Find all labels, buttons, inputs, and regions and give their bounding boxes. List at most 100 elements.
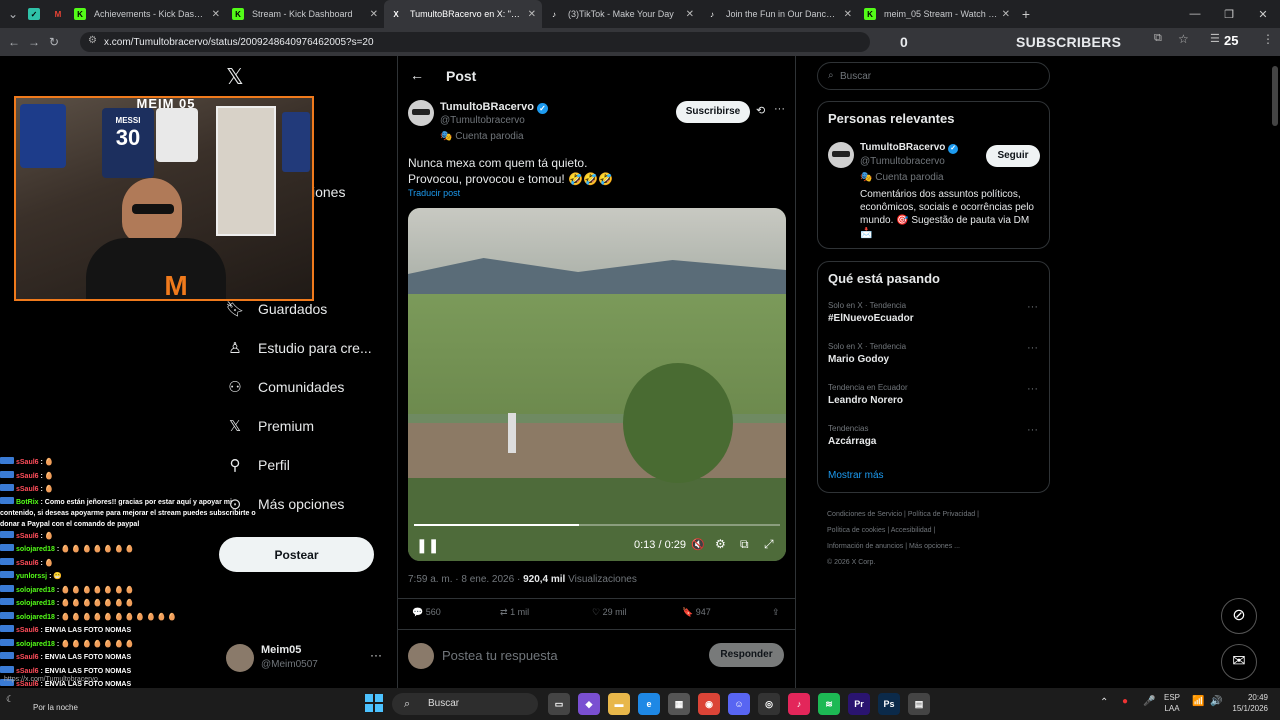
nav-item[interactable]: ⚲ Perfil <box>226 456 290 474</box>
trend-more-icon[interactable]: ··· <box>1027 424 1038 436</box>
bookmark-action[interactable]: 🔖 947 <box>682 607 772 618</box>
nav-item[interactable]: ⚇ Comunidades <box>226 378 344 396</box>
browser-menu-icon[interactable]: ⋮ <box>1262 32 1274 46</box>
repost-action[interactable]: ⇄ 1 mil <box>500 607 592 618</box>
chat-username[interactable]: sSaul6 <box>16 627 39 634</box>
trend-more-icon[interactable]: ··· <box>1027 301 1038 313</box>
chat-username[interactable]: solojared18 <box>16 614 55 621</box>
reload-icon[interactable]: ↻ <box>44 32 64 52</box>
start-icon[interactable] <box>365 694 383 712</box>
pause-icon[interactable]: ❚❚ <box>416 537 439 554</box>
close-tab-icon[interactable]: ✕ <box>528 9 536 20</box>
trend-item[interactable]: Tendencias Azcárraga ··· <box>828 424 1038 447</box>
close-window-button[interactable]: ✕ <box>1246 8 1280 21</box>
weather-icon[interactable]: ☾ <box>6 694 14 705</box>
chat-username[interactable]: solojared18 <box>16 587 55 594</box>
restore-button[interactable]: ❐ <box>1212 8 1246 21</box>
translate-link[interactable]: Traducir post <box>408 188 460 198</box>
tray-app-icon[interactable]: ● <box>1122 696 1128 707</box>
tab-pinned-1[interactable]: ✓ <box>22 0 46 28</box>
store-icon[interactable]: ▦ <box>668 693 690 715</box>
close-tab-icon[interactable]: ✕ <box>212 9 220 20</box>
post-button[interactable]: Postear <box>219 537 374 572</box>
grok-float-icon[interactable]: ⊘ <box>1221 598 1257 634</box>
trend-item[interactable]: Solo en X · Tendencia Mario Godoy ··· <box>828 342 1038 365</box>
back-arrow-icon[interactable]: ← <box>410 67 424 83</box>
subscribe-button[interactable]: Suscribirse <box>676 101 750 123</box>
page-scrollbar[interactable] <box>1272 66 1278 126</box>
show-more-link[interactable]: Mostrar más <box>828 470 884 481</box>
tab-search-icon[interactable]: ⌄ <box>4 4 22 24</box>
nav-item[interactable]: ♙ Estudio para cre... <box>226 339 371 357</box>
close-tab-icon[interactable]: ✕ <box>1002 9 1010 20</box>
settings-gear-icon[interactable]: ⚙ <box>715 537 726 551</box>
account-more-icon[interactable]: ··· <box>370 648 382 662</box>
chat-username[interactable]: sSaul6 <box>16 533 39 540</box>
reply-action[interactable]: 💬 560 <box>412 607 500 618</box>
chat-username[interactable]: sSaul6 <box>16 654 39 661</box>
like-action[interactable]: ♡ 29 mil <box>592 607 682 618</box>
chat-username[interactable]: sSaul6 <box>16 668 39 675</box>
post-more-icon[interactable]: ··· <box>774 103 785 115</box>
forward-icon[interactable]: → <box>24 32 44 52</box>
footer-link-cookies[interactable]: Política de cookies <box>827 527 885 534</box>
close-tab-icon[interactable]: ✕ <box>370 9 378 20</box>
x-logo-icon[interactable]: 𝕏 <box>226 64 244 90</box>
taskbar-search[interactable]: ⌕ Buscar <box>392 693 538 715</box>
trend-more-icon[interactable]: ··· <box>1027 383 1038 395</box>
wifi-icon[interactable]: 📶 <box>1192 696 1204 707</box>
chat-username[interactable]: solojared18 <box>16 546 55 553</box>
obs-icon[interactable]: ◎ <box>758 693 780 715</box>
trend-item[interactable]: Tendencia en Ecuador Leandro Norero ··· <box>828 383 1038 406</box>
browser-tab[interactable]: ♪ (3)TikTok - Make Your Day ✕ <box>542 0 700 28</box>
tab-pinned-gmail[interactable]: M <box>46 0 68 28</box>
minimize-button[interactable]: — <box>1178 8 1212 20</box>
relevant-name[interactable]: TumultoBRacervo ✓ <box>860 142 959 154</box>
footer-link-accessibility[interactable]: Accesibilidad <box>891 527 932 534</box>
bookmark-star-icon[interactable]: ☆ <box>1178 32 1189 46</box>
photoshop-icon[interactable]: Ps <box>878 693 900 715</box>
author-avatar[interactable] <box>408 100 434 126</box>
video-progress-track[interactable] <box>414 524 780 526</box>
search-box[interactable]: ⌕ Buscar <box>817 62 1050 90</box>
app-icon[interactable]: ▤ <box>908 693 930 715</box>
premiere-icon[interactable]: Pr <box>848 693 870 715</box>
nav-item[interactable]: 𝕏 Premium <box>226 417 314 435</box>
extensions-icon[interactable]: ☰ <box>1210 32 1220 45</box>
mute-icon[interactable]: 🔇 <box>691 538 705 551</box>
footer-link-privacy[interactable]: Política de Privacidad <box>908 511 975 518</box>
chat-username[interactable]: yunlorssj <box>16 573 47 580</box>
task-view-icon[interactable]: ▭ <box>548 693 570 715</box>
browser-tab[interactable]: Kmeim_05 Stream - Watch Live o ✕ <box>858 0 1016 28</box>
trend-item[interactable]: Solo en X · Tendencia #ElNuevoEcuador ··· <box>828 301 1038 324</box>
volume-icon[interactable]: 🔊 <box>1210 696 1222 707</box>
microphone-icon[interactable]: 🎤 <box>1143 696 1155 707</box>
chrome-icon[interactable]: ◉ <box>698 693 720 715</box>
relevant-avatar[interactable] <box>828 142 854 168</box>
browser-tab[interactable]: X TumultoBRacervo en X: "Nunca ✕ <box>384 0 542 28</box>
account-name[interactable]: Meim05 <box>261 644 301 656</box>
close-tab-icon[interactable]: ✕ <box>844 9 852 20</box>
footer-link-more[interactable]: Más opciones ... <box>909 543 960 550</box>
nav-partial-item[interactable]: iones <box>312 184 345 200</box>
reply-button[interactable]: Responder <box>709 643 784 667</box>
chat-username[interactable]: sSaul6 <box>16 473 39 480</box>
account-avatar[interactable] <box>226 644 254 672</box>
messages-icon[interactable]: ✉ <box>1221 644 1257 680</box>
trend-more-icon[interactable]: ··· <box>1027 342 1038 354</box>
chat-username[interactable]: solojared18 <box>16 600 55 607</box>
discord-icon[interactable]: ☺ <box>728 693 750 715</box>
browser-tab[interactable]: K Stream - Kick Dashboard ✕ <box>226 0 384 28</box>
chat-username[interactable]: solojared18 <box>16 641 55 648</box>
back-icon[interactable]: ← <box>4 32 24 52</box>
grok-icon[interactable]: ⟲ <box>756 104 765 117</box>
footer-link-terms[interactable]: Condiciones de Servicio <box>827 511 902 518</box>
reply-input[interactable]: Postea tu respuesta <box>442 648 558 663</box>
spotify-icon[interactable]: ≋ <box>818 693 840 715</box>
fullscreen-icon[interactable]: ⤢ <box>764 537 774 552</box>
chat-username[interactable]: sSaul6 <box>16 459 39 466</box>
copilot-icon[interactable]: ◆ <box>578 693 600 715</box>
chat-username[interactable]: BotRix <box>16 499 39 506</box>
language-indicator[interactable]: ESP LAA <box>1164 692 1180 714</box>
follow-button[interactable]: Seguir <box>986 145 1040 167</box>
